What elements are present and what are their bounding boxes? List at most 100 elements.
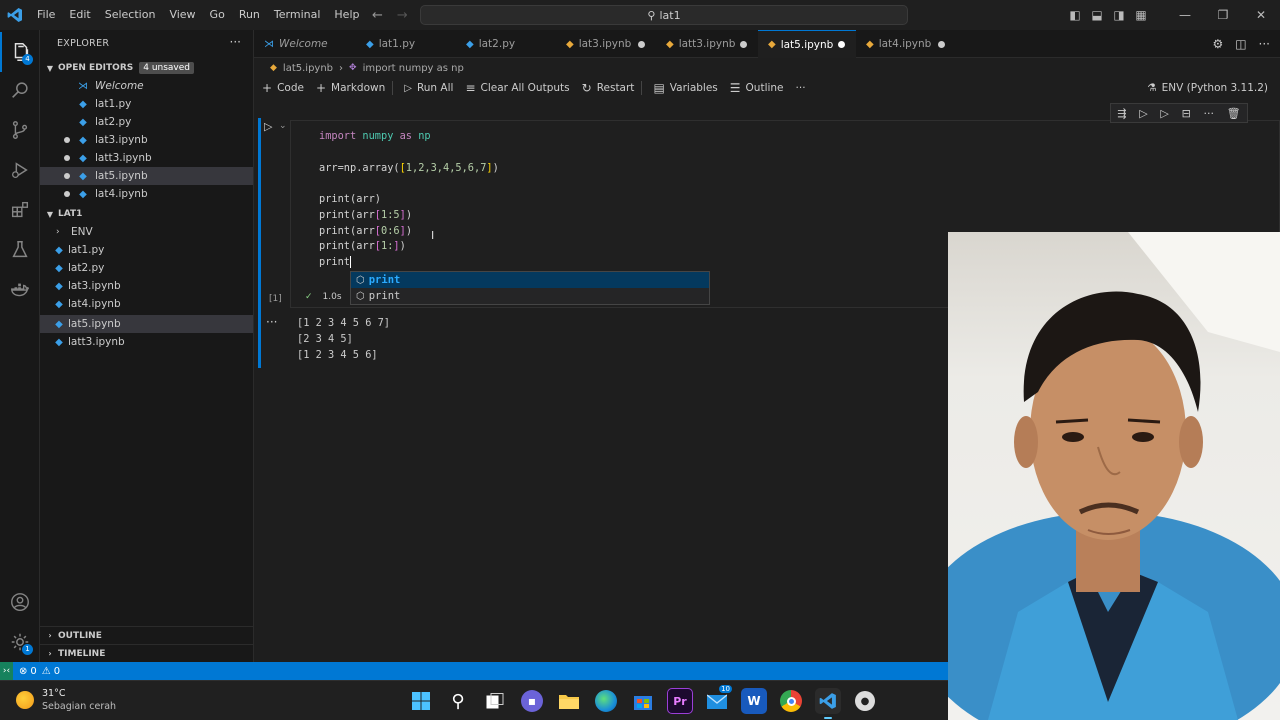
kernel-picker[interactable]: ⚗ ENV (Python 3.11.2): [1147, 78, 1268, 98]
add-code-cell-button[interactable]: + Code: [262, 81, 304, 95]
toggle-primary-sidebar-icon[interactable]: ◧: [1064, 8, 1086, 22]
chrome-browser-icon[interactable]: [780, 690, 802, 712]
accounts-icon[interactable]: [0, 582, 40, 622]
docker-icon[interactable]: [0, 270, 40, 310]
close-window-icon[interactable]: ✕: [1242, 8, 1280, 22]
menu-terminal[interactable]: Terminal: [267, 0, 328, 30]
timeline-section-header[interactable]: › TIMELINE: [40, 644, 254, 662]
chat-icon[interactable]: ▪: [521, 690, 543, 712]
tree-file-lat4[interactable]: ◆ lat4.ipynb: [40, 295, 253, 313]
run-all-button[interactable]: ▷ Run All: [404, 82, 453, 94]
menu-help[interactable]: Help: [327, 0, 366, 30]
tree-file-lat5[interactable]: ◆ lat5.ipynb: [40, 315, 253, 333]
customize-layout-icon[interactable]: ▦: [1130, 8, 1152, 22]
tab-lat5[interactable]: ◆ lat5.ipynb: [758, 30, 856, 58]
open-editors-header[interactable]: ▼ OPEN EDITORS 4 unsaved: [40, 59, 254, 77]
open-editor-welcome[interactable]: ⋊ Welcome: [40, 77, 253, 95]
forward-arrow-icon[interactable]: →: [397, 8, 408, 23]
obs-studio-icon[interactable]: ●: [855, 691, 875, 711]
restore-window-icon[interactable]: ❐: [1204, 8, 1242, 22]
unsaved-dot-icon[interactable]: [740, 40, 747, 48]
run-debug-icon[interactable]: [0, 150, 40, 190]
tree-folder-env[interactable]: › ENV: [40, 223, 253, 241]
settings-gear-icon[interactable]: ⚙: [1212, 37, 1223, 51]
microsoft-store-icon[interactable]: [630, 688, 656, 714]
menu-run[interactable]: Run: [232, 0, 267, 30]
tree-file-lat2[interactable]: ◆ lat2.py: [40, 259, 253, 277]
tree-file-latt3[interactable]: ◆ latt3.ipynb: [40, 333, 253, 351]
menu-view[interactable]: View: [162, 0, 202, 30]
error-icon[interactable]: ⊗: [19, 666, 27, 677]
more-actions-icon[interactable]: ···: [1203, 107, 1214, 120]
variables-button[interactable]: ▤ Variables: [653, 81, 717, 95]
tab-lat2[interactable]: ◆ lat2.py: [456, 30, 556, 58]
open-editor-lat3[interactable]: ◆ lat3.ipynb: [40, 131, 253, 149]
tab-lat4[interactable]: ◆ lat4.ipynb: [856, 30, 956, 58]
source-control-icon[interactable]: [0, 110, 40, 150]
extensions-icon[interactable]: [0, 190, 40, 230]
vscode-taskbar-icon[interactable]: [815, 688, 841, 719]
menu-file[interactable]: File: [30, 0, 62, 30]
file-explorer-icon[interactable]: [556, 688, 582, 714]
output-more-icon[interactable]: ···: [266, 315, 277, 329]
open-editor-latt3[interactable]: ◆ latt3.ipynb: [40, 149, 253, 167]
breadcrumb-file[interactable]: lat5.ipynb: [283, 63, 333, 74]
outline-button[interactable]: ☰ Outline: [730, 81, 784, 95]
open-editor-lat5[interactable]: ◆ lat5.ipynb: [40, 167, 253, 185]
suggestion-item[interactable]: ⬡ print: [351, 272, 709, 288]
tree-file-lat3[interactable]: ◆ lat3.ipynb: [40, 277, 253, 295]
menu-selection[interactable]: Selection: [98, 0, 163, 30]
tab-latt3[interactable]: ◆ latt3.ipynb: [656, 30, 758, 58]
remote-indicator-icon[interactable]: ›‹: [0, 662, 13, 680]
search-icon[interactable]: [0, 70, 40, 110]
windows-start-icon[interactable]: [408, 688, 434, 714]
execute-below-icon[interactable]: ▷: [1160, 107, 1168, 120]
warning-icon[interactable]: ⚠: [42, 666, 51, 677]
outline-section-header[interactable]: › OUTLINE: [40, 626, 254, 644]
menu-go[interactable]: Go: [203, 0, 232, 30]
suggestion-item[interactable]: ⬡ print: [351, 288, 709, 304]
open-editor-lat1[interactable]: ◆ lat1.py: [40, 95, 253, 113]
back-arrow-icon[interactable]: ←: [372, 8, 383, 23]
delete-cell-icon[interactable]: 🗑: [1227, 107, 1241, 120]
split-cell-icon[interactable]: ⊟: [1182, 107, 1191, 120]
tab-lat1[interactable]: ◆ lat1.py: [356, 30, 456, 58]
add-markdown-cell-button[interactable]: + Markdown: [316, 81, 385, 95]
breadcrumb-symbol[interactable]: import numpy as np: [363, 63, 464, 74]
run-cell-icon[interactable]: ▷: [264, 120, 272, 133]
command-center-search[interactable]: ⚲ lat1: [420, 5, 908, 25]
word-icon[interactable]: W: [741, 688, 767, 714]
warning-count[interactable]: 0: [54, 666, 60, 677]
tab-lat3[interactable]: ◆ lat3.ipynb: [556, 30, 656, 58]
open-editor-lat2[interactable]: ◆ lat2.py: [40, 113, 253, 131]
more-actions-icon[interactable]: ···: [1259, 37, 1270, 51]
open-editor-lat4[interactable]: ◆ lat4.ipynb: [40, 185, 253, 203]
explorer-icon[interactable]: 4: [0, 32, 40, 72]
more-actions-icon[interactable]: ···: [230, 35, 241, 49]
minimize-window-icon[interactable]: —: [1166, 8, 1204, 22]
weather-widget[interactable]: 31°C Sebagian cerah: [16, 687, 116, 713]
premiere-pro-icon[interactable]: Pr: [667, 688, 693, 714]
split-editor-icon[interactable]: ◫: [1235, 37, 1246, 51]
task-view-icon[interactable]: [482, 688, 508, 714]
mail-icon[interactable]: 10: [704, 685, 732, 714]
search-icon[interactable]: ⚲: [445, 688, 471, 714]
tab-welcome[interactable]: ⋊ Welcome: [254, 30, 356, 58]
restart-kernel-button[interactable]: ↻ Restart: [582, 81, 635, 95]
unsaved-dot-icon[interactable]: [838, 41, 845, 48]
testing-flask-icon[interactable]: [0, 230, 40, 270]
unsaved-dot-icon[interactable]: [638, 40, 645, 48]
toggle-panel-icon[interactable]: ⬓: [1086, 8, 1108, 22]
error-count[interactable]: 0: [30, 666, 36, 677]
manage-gear-icon[interactable]: 1: [0, 622, 40, 662]
workspace-folder-header[interactable]: ▼ LAT1: [40, 205, 254, 223]
toggle-secondary-sidebar-icon[interactable]: ◨: [1108, 8, 1130, 22]
unsaved-dot-icon[interactable]: [938, 40, 945, 48]
edge-browser-icon[interactable]: [595, 690, 617, 712]
tree-file-lat1[interactable]: ◆ lat1.py: [40, 241, 253, 259]
cell-collapse-chevron-icon[interactable]: ⌄: [279, 121, 287, 131]
clear-all-outputs-button[interactable]: ≡ Clear All Outputs: [465, 81, 569, 95]
run-by-line-icon[interactable]: ⇶: [1117, 107, 1126, 120]
menu-edit[interactable]: Edit: [62, 0, 97, 30]
more-toolbar-actions[interactable]: ···: [796, 82, 806, 94]
